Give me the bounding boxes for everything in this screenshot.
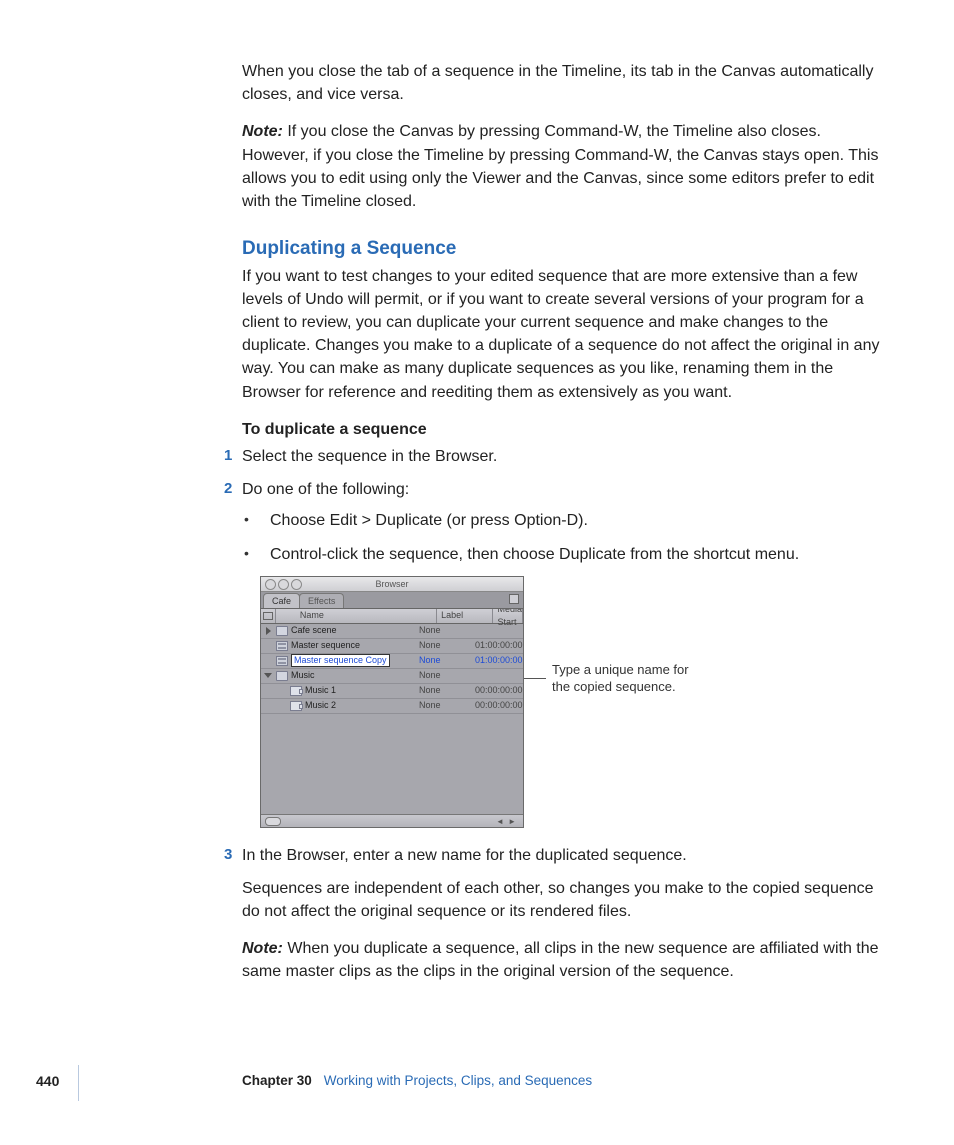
browser-title: Browser	[375, 579, 408, 589]
row-master-sequence-copy[interactable]: Master sequence Copy None 01:00:00:00	[261, 654, 523, 669]
bullet-1: Choose Edit > Duplicate (or press Option…	[258, 509, 882, 532]
note-label: Note:	[242, 123, 283, 140]
col-name[interactable]: Name	[276, 609, 437, 623]
step-3-text: In the Browser, enter a new name for the…	[242, 847, 687, 864]
row-cafe-scene[interactable]: Cafe scene None	[261, 624, 523, 639]
figure-callout: Type a unique name for the copied sequen…	[524, 662, 702, 696]
page-number: 440	[36, 1071, 59, 1091]
footer-divider	[78, 1065, 79, 1101]
step-1: 1 Select the sequence in the Browser.	[242, 445, 882, 468]
row-label: None	[415, 669, 471, 682]
disclosure-right-icon[interactable]	[266, 627, 271, 635]
sequence-icon	[276, 656, 288, 666]
task-title: To duplicate a sequence	[242, 418, 882, 441]
clip-icon	[290, 686, 302, 696]
browser-footer: ◄ ►	[261, 814, 523, 827]
callout-line-icon	[524, 678, 546, 679]
window-minimize-icon[interactable]	[278, 579, 289, 590]
page-footer: 440 Chapter 30 Working with Projects, Cli…	[0, 1069, 954, 1099]
column-header: Name Label Media Start	[261, 609, 523, 624]
window-close-icon[interactable]	[265, 579, 276, 590]
col-icon[interactable]	[261, 609, 276, 623]
row-name: Music 2	[303, 699, 415, 712]
row-label: None	[415, 654, 471, 667]
col-media-start[interactable]: Media Start	[493, 609, 523, 623]
note-2: Note: When you duplicate a sequence, all…	[242, 937, 882, 983]
step-num-3: 3	[224, 844, 232, 866]
tab-effects[interactable]: Effects	[299, 593, 344, 608]
row-media: 00:00:00:00	[471, 684, 523, 697]
dup-intro: If you want to test changes to your edit…	[242, 265, 882, 404]
chapter-label: Chapter 30	[242, 1073, 312, 1088]
browser-tabs: Cafe Effects	[261, 592, 523, 609]
note-1: Note: If you close the Canvas by pressin…	[242, 120, 882, 213]
bullet-2: Control-click the sequence, then choose …	[258, 543, 882, 566]
row-name: Music 1	[303, 684, 415, 697]
row-master-sequence[interactable]: Master sequence None 01:00:00:00	[261, 639, 523, 654]
row-name: Master sequence	[289, 639, 415, 652]
tab-cafe[interactable]: Cafe	[263, 593, 300, 608]
figure-wrap: Browser Cafe Effects Name Label Media St…	[260, 576, 882, 828]
row-music-2[interactable]: Music 2 None 00:00:00:00	[261, 699, 523, 714]
row-name: Music	[289, 669, 415, 682]
rename-input[interactable]: Master sequence Copy	[291, 654, 390, 667]
row-name: Cafe scene	[289, 624, 415, 637]
scroll-arrows-icon[interactable]: ◄ ►	[496, 816, 517, 828]
note-1-text: If you close the Canvas by pressing Comm…	[242, 123, 878, 210]
row-media: 00:00:00:00	[471, 699, 523, 712]
row-music-folder[interactable]: Music None	[261, 669, 523, 684]
note-2-text: When you duplicate a sequence, all clips…	[242, 940, 879, 980]
step-2-text: Do one of the following:	[242, 481, 409, 498]
after-p1: Sequences are independent of each other,…	[242, 877, 882, 923]
step-3: 3 In the Browser, enter a new name for t…	[242, 844, 882, 867]
scroll-thumb-icon[interactable]	[265, 817, 281, 826]
row-music-1[interactable]: Music 1 None 00:00:00:00	[261, 684, 523, 699]
disclosure-down-icon[interactable]	[264, 673, 272, 678]
step-2: 2 Do one of the following: Choose Edit >…	[242, 478, 882, 828]
row-label: None	[415, 639, 471, 652]
folder-icon	[276, 671, 288, 681]
row-media: 01:00:00:00	[471, 639, 523, 652]
row-label: None	[415, 684, 471, 697]
row-label: None	[415, 624, 471, 637]
step-num-1: 1	[224, 445, 232, 467]
tab-corner-icon	[509, 594, 519, 604]
folder-icon	[276, 626, 288, 636]
step-1-text: Select the sequence in the Browser.	[242, 448, 497, 465]
section-heading: Duplicating a Sequence	[242, 235, 882, 263]
row-label: None	[415, 699, 471, 712]
browser-rows: Cafe scene None Master sequence None 01:…	[261, 624, 523, 814]
clip-icon	[290, 701, 302, 711]
chapter-title: Working with Projects, Clips, and Sequen…	[324, 1073, 592, 1088]
window-zoom-icon[interactable]	[291, 579, 302, 590]
browser-window: Browser Cafe Effects Name Label Media St…	[260, 576, 524, 828]
note-label: Note:	[242, 940, 283, 957]
callout-text: Type a unique name for the copied sequen…	[552, 662, 702, 696]
row-media: 01:00:00:00	[471, 654, 523, 667]
col-label[interactable]: Label	[437, 609, 493, 623]
browser-titlebar: Browser	[261, 577, 523, 592]
step-num-2: 2	[224, 478, 232, 500]
sequence-icon	[276, 641, 288, 651]
intro-paragraph: When you close the tab of a sequence in …	[242, 60, 882, 106]
